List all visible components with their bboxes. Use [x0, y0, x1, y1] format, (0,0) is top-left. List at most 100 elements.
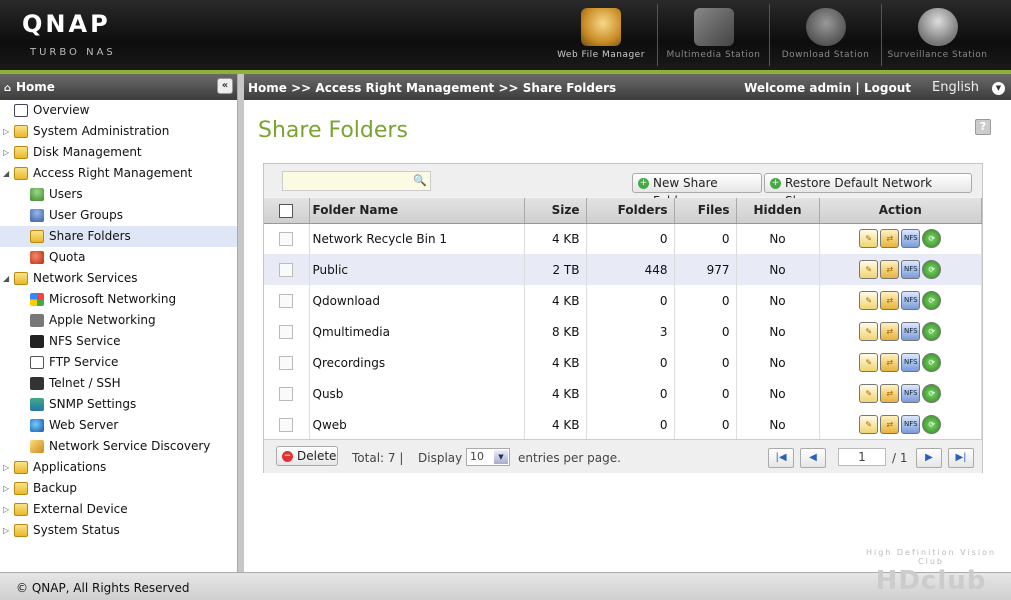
- nfs-access-icon[interactable]: NFS: [901, 229, 921, 249]
- edit-properties-icon[interactable]: ✎: [859, 291, 879, 310]
- expand-arrow-icon[interactable]: ▷: [3, 142, 13, 163]
- column-header-size[interactable]: Size: [524, 198, 587, 224]
- app-download-station[interactable]: Download Station: [769, 4, 881, 66]
- refresh-icon[interactable]: ⟳: [922, 322, 942, 341]
- nfs-access-icon[interactable]: NFS: [901, 260, 921, 279]
- table-row[interactable]: Network Recycle Bin 14 KB 0 0 No ✎ ⇄ NFS ⟳: [264, 223, 982, 254]
- last-page-button[interactable]: ▶|: [948, 448, 974, 468]
- row-checkbox[interactable]: [279, 386, 294, 401]
- nfs-access-icon[interactable]: NFS: [901, 291, 921, 310]
- sidebar-item-nfs-service[interactable]: NFS Service: [0, 331, 237, 352]
- sidebar-item-ftp-service[interactable]: FTP Service: [0, 352, 237, 373]
- sidebar-item-system-administration[interactable]: ▷ System Administration: [0, 121, 237, 142]
- restore-default-shares-button[interactable]: + Restore Default Network Shares: [764, 173, 972, 208]
- sidebar-item-network-service-discovery[interactable]: Network Service Discovery: [0, 436, 237, 457]
- edit-properties-icon[interactable]: ✎: [859, 229, 879, 249]
- refresh-icon[interactable]: ⟳: [922, 260, 942, 279]
- refresh-icon[interactable]: ⟳: [922, 229, 942, 249]
- language-label[interactable]: English: [932, 80, 979, 95]
- row-checkbox[interactable]: [279, 293, 294, 308]
- expand-arrow-icon[interactable]: ▷: [3, 457, 13, 478]
- sidebar-item-microsoft-networking[interactable]: Microsoft Networking: [0, 289, 237, 310]
- column-header-folders[interactable]: Folders: [586, 198, 675, 224]
- page-number-input[interactable]: 1: [838, 448, 886, 466]
- table-row[interactable]: Qrecordings 4 KB 0 0 No ✎ ⇄ NFS ⟳: [264, 347, 982, 378]
- table-row[interactable]: Qweb 4 KB 0 0 No ✎ ⇄ NFS ⟳: [264, 409, 982, 440]
- expand-arrow-icon[interactable]: ▷: [3, 121, 13, 142]
- sidebar-item-overview[interactable]: Overview: [0, 100, 237, 121]
- delete-button[interactable]: − Delete: [276, 446, 338, 466]
- breadcrumb-home[interactable]: Home: [248, 81, 287, 95]
- table-row[interactable]: Public 2 TB 448 977 No ✎ ⇄ NFS ⟳: [264, 254, 982, 285]
- sidebar-item-external-device[interactable]: ▷ External Device: [0, 499, 237, 520]
- access-permission-icon[interactable]: ⇄: [880, 291, 900, 310]
- sidebar-item-access-right-management[interactable]: ◢ Access Right Management: [0, 163, 237, 184]
- app-multimedia-station[interactable]: Multimedia Station: [657, 4, 769, 66]
- edit-properties-icon[interactable]: ✎: [859, 322, 879, 341]
- search-icon[interactable]: 🔍: [413, 174, 427, 187]
- refresh-icon[interactable]: ⟳: [922, 353, 942, 372]
- sidebar-item-users[interactable]: Users: [0, 184, 237, 205]
- collapse-sidebar-button[interactable]: «: [217, 78, 233, 94]
- sidebar-item-apple-networking[interactable]: Apple Networking: [0, 310, 237, 331]
- sidebar-item-web-server[interactable]: Web Server: [0, 415, 237, 436]
- refresh-icon[interactable]: ⟳: [922, 415, 942, 434]
- refresh-icon[interactable]: ⟳: [922, 384, 942, 403]
- sidebar-item-share-folders[interactable]: Share Folders: [0, 226, 237, 247]
- collapse-arrow-icon[interactable]: ◢: [3, 268, 13, 289]
- table-row[interactable]: Qmultimedia 8 KB 3 0 No ✎ ⇄ NFS ⟳: [264, 316, 982, 347]
- expand-arrow-icon[interactable]: ▷: [3, 520, 13, 541]
- search-input[interactable]: 🔍: [282, 171, 431, 191]
- access-permission-icon[interactable]: ⇄: [880, 229, 900, 249]
- sidebar-item-snmp-settings[interactable]: SNMP Settings: [0, 394, 237, 415]
- nfs-access-icon[interactable]: NFS: [901, 384, 921, 403]
- table-row[interactable]: Qdownload 4 KB 0 0 No ✎ ⇄ NFS ⟳: [264, 285, 982, 316]
- sidebar-splitter[interactable]: [238, 74, 244, 572]
- access-permission-icon[interactable]: ⇄: [880, 260, 900, 279]
- refresh-icon[interactable]: ⟳: [922, 291, 942, 310]
- access-permission-icon[interactable]: ⇄: [880, 415, 900, 434]
- row-checkbox[interactable]: [279, 417, 294, 432]
- expand-arrow-icon[interactable]: ▷: [3, 499, 13, 520]
- access-permission-icon[interactable]: ⇄: [880, 384, 900, 403]
- edit-properties-icon[interactable]: ✎: [859, 353, 879, 372]
- logout-link[interactable]: Logout: [864, 81, 911, 95]
- table-row[interactable]: Qusb 4 KB 0 0 No ✎ ⇄ NFS ⟳: [264, 378, 982, 409]
- row-checkbox[interactable]: [279, 324, 294, 339]
- row-checkbox[interactable]: [279, 232, 294, 246]
- app-web-file-manager[interactable]: Web File Manager: [545, 4, 657, 66]
- sidebar-item-telnet-ssh[interactable]: Telnet / SSH: [0, 373, 237, 394]
- nfs-access-icon[interactable]: NFS: [901, 322, 921, 341]
- column-header-hidden[interactable]: Hidden: [736, 198, 820, 224]
- nfs-access-icon[interactable]: NFS: [901, 353, 921, 372]
- sidebar-item-applications[interactable]: ▷ Applications: [0, 457, 237, 478]
- sidebar-item-user-groups[interactable]: User Groups: [0, 205, 237, 226]
- select-all-checkbox[interactable]: [279, 203, 294, 218]
- access-permission-icon[interactable]: ⇄: [880, 353, 900, 372]
- column-header-files[interactable]: Files: [674, 198, 737, 224]
- sidebar-item-quota[interactable]: Quota: [0, 247, 237, 268]
- breadcrumb-access-right-management[interactable]: Access Right Management: [315, 81, 494, 95]
- sidebar-item-disk-management[interactable]: ▷ Disk Management: [0, 142, 237, 163]
- collapse-arrow-icon[interactable]: ◢: [3, 163, 13, 184]
- sidebar-item-network-services[interactable]: ◢ Network Services: [0, 268, 237, 289]
- page-size-select[interactable]: 10 ▼: [466, 448, 510, 466]
- column-header-folder-name[interactable]: Folder Name: [309, 198, 525, 224]
- next-page-button[interactable]: ▶: [916, 448, 942, 468]
- edit-properties-icon[interactable]: ✎: [859, 384, 879, 403]
- row-checkbox[interactable]: [279, 355, 294, 370]
- access-permission-icon[interactable]: ⇄: [880, 322, 900, 341]
- expand-arrow-icon[interactable]: ▷: [3, 478, 13, 499]
- row-checkbox[interactable]: [279, 262, 294, 277]
- first-page-button[interactable]: |◀: [768, 448, 794, 468]
- edit-properties-icon[interactable]: ✎: [859, 415, 879, 434]
- language-dropdown-icon[interactable]: ▼: [992, 82, 1005, 95]
- edit-properties-icon[interactable]: ✎: [859, 260, 879, 279]
- sidebar-item-system-status[interactable]: ▷ System Status: [0, 520, 237, 541]
- nfs-access-icon[interactable]: NFS: [901, 415, 921, 434]
- app-surveillance-station[interactable]: Surveillance Station: [881, 4, 993, 66]
- sidebar-item-backup[interactable]: ▷ Backup: [0, 478, 237, 499]
- new-share-folder-button[interactable]: + New Share Folder: [632, 173, 762, 208]
- previous-page-button[interactable]: ◀: [800, 448, 826, 468]
- help-icon[interactable]: ?: [975, 119, 991, 135]
